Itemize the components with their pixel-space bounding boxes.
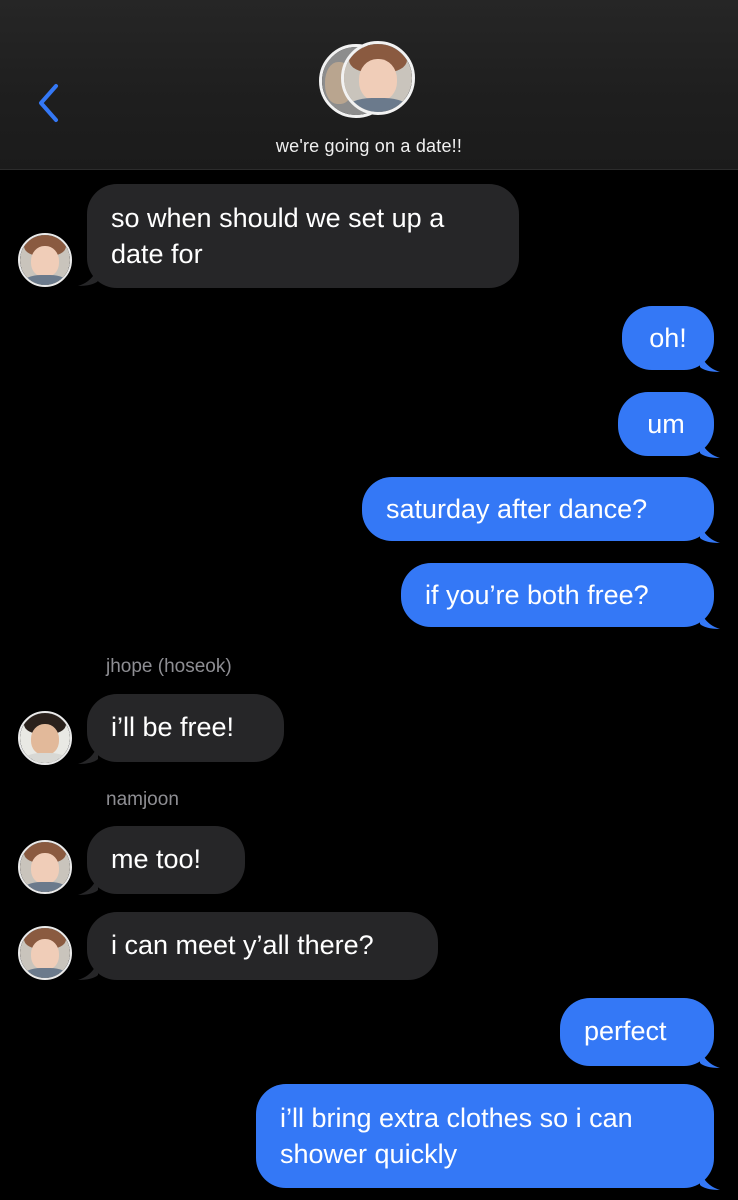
message-text-line: perfect: [584, 1016, 667, 1046]
message-text-line: i can meet y’all there?: [111, 930, 374, 960]
bubble-tail: [700, 350, 720, 372]
message-text-line: shower quickly: [280, 1139, 458, 1169]
message-bubble-incoming[interactable]: me too!: [87, 826, 245, 894]
message-bubble-incoming[interactable]: i can meet y’all there?: [87, 912, 438, 980]
message-bubble-incoming[interactable]: i’ll be free!: [87, 694, 284, 762]
message-text-line: um: [647, 409, 685, 439]
message-text-line: if you’re both free?: [425, 580, 649, 610]
message-text-line: i’ll bring extra clothes so i can: [280, 1103, 633, 1133]
message-text-line: me too!: [111, 844, 202, 874]
back-button[interactable]: [28, 78, 68, 128]
avatar-jhope[interactable]: [18, 711, 72, 765]
message-bubble-outgoing[interactable]: perfect: [560, 998, 714, 1066]
group-avatar-front: [341, 41, 415, 115]
avatar-namjoon[interactable]: [18, 233, 72, 287]
bubble-tail: [700, 607, 720, 629]
message-bubble-outgoing[interactable]: saturday after dance?: [362, 477, 714, 541]
bubble-tail: [700, 436, 720, 458]
message-bubble-incoming[interactable]: so when should we set up a date for: [87, 184, 519, 288]
message-text-line: saturday after dance?: [386, 494, 648, 524]
message-bubble-outgoing[interactable]: i’ll bring extra clothes so i can shower…: [256, 1084, 714, 1188]
avatar-namjoon[interactable]: [18, 926, 72, 980]
message-text-line: oh!: [649, 323, 687, 353]
group-name[interactable]: we're going on a date!!: [0, 136, 738, 157]
bubble-tail: [700, 521, 720, 543]
conversation-header: we're going on a date!!: [0, 0, 738, 170]
bubble-tail: [700, 1168, 720, 1190]
sender-name: jhope (hoseok): [106, 656, 232, 677]
bubble-tail: [700, 1046, 720, 1068]
message-text-line: date for: [111, 239, 203, 269]
group-avatars[interactable]: [319, 41, 419, 121]
sender-name: namjoon: [106, 789, 179, 810]
message-text-line: so when should we set up a: [111, 203, 445, 233]
avatar-namjoon[interactable]: [18, 840, 72, 894]
chevron-left-icon: [39, 84, 58, 122]
message-text-line: i’ll be free!: [111, 712, 235, 742]
message-bubble-outgoing[interactable]: if you’re both free?: [401, 563, 714, 627]
